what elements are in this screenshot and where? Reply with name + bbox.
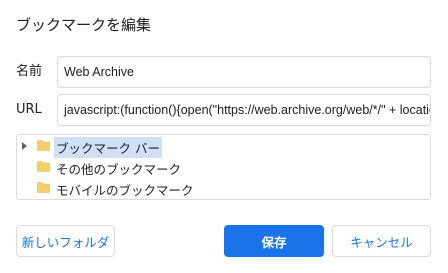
- tree-item-mobile-bookmarks[interactable]: モバイルのブックマーク: [17, 178, 430, 198]
- tree-item-label: ブックマーク バー: [54, 137, 162, 158]
- tree-item-label: モバイルのブックマーク: [56, 183, 194, 198]
- name-input-value: Web Archive: [64, 65, 134, 79]
- folder-icon: [37, 182, 50, 193]
- save-button[interactable]: 保存: [224, 225, 324, 257]
- cancel-button[interactable]: キャンセル: [332, 225, 431, 257]
- name-label: 名前: [16, 64, 43, 79]
- url-input-value: javascript:(function(){open("https://web…: [64, 103, 431, 117]
- folder-tree: ブックマーク バー その他のブックマーク モバイルのブックマーク: [16, 134, 431, 200]
- tree-item-label: その他のブックマーク: [56, 162, 182, 177]
- name-input[interactable]: Web Archive: [57, 56, 431, 88]
- url-label: URL: [16, 102, 42, 117]
- tree-item-other-bookmarks[interactable]: その他のブックマーク: [17, 157, 430, 177]
- cancel-button-label: キャンセル: [350, 234, 413, 250]
- folder-icon: [37, 140, 50, 151]
- expand-caret-icon[interactable]: [22, 142, 27, 150]
- dialog-title: ブックマークを編集: [16, 16, 152, 34]
- edit-bookmark-dialog: ブックマークを編集 名前 Web Archive URL javascript:…: [0, 0, 448, 273]
- new-folder-button[interactable]: 新しいフォルダ: [16, 225, 115, 257]
- tree-item-bookmarks-bar[interactable]: ブックマーク バー: [17, 136, 430, 158]
- save-button-label: 保存: [261, 234, 287, 250]
- url-input[interactable]: javascript:(function(){open("https://web…: [57, 94, 431, 126]
- folder-icon: [37, 161, 50, 172]
- new-folder-button-label: 新しいフォルダ: [21, 234, 110, 250]
